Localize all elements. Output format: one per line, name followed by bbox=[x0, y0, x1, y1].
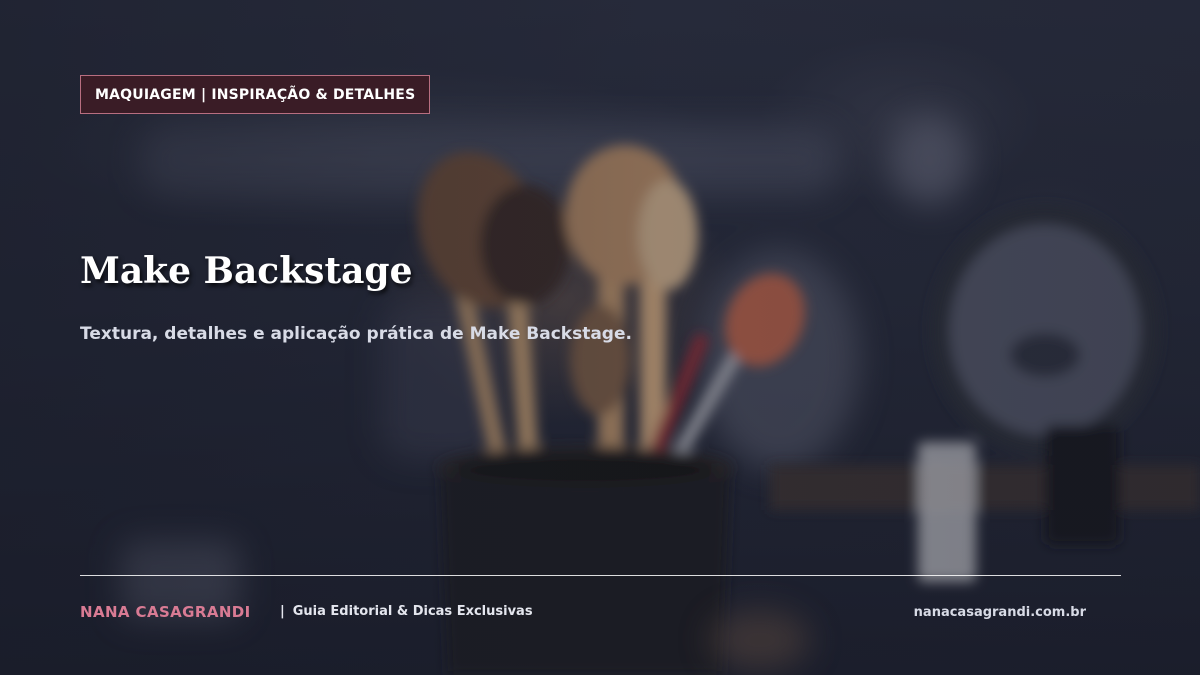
category-tag: MAQUIAGEM | INSPIRAÇÃO & DETALHES bbox=[80, 75, 431, 114]
banner: MAQUIAGEM | INSPIRAÇÃO & DETALHES Make B… bbox=[0, 0, 1200, 675]
footer-divider bbox=[80, 575, 1121, 576]
brand-name: NANA CASAGRANDI bbox=[80, 603, 251, 621]
tagline-text: Guia Editorial & Dicas Exclusivas bbox=[292, 604, 533, 619]
website-link[interactable]: nanacasagrandi.com.br bbox=[914, 605, 1086, 620]
tagline-separator: | bbox=[280, 604, 285, 619]
page-subtitle: Textura, detalhes e aplicação prática de… bbox=[80, 324, 632, 344]
page-title: Make Backstage bbox=[80, 250, 413, 292]
footer-tagline: | Guia Editorial & Dicas Exclusivas bbox=[280, 604, 533, 619]
